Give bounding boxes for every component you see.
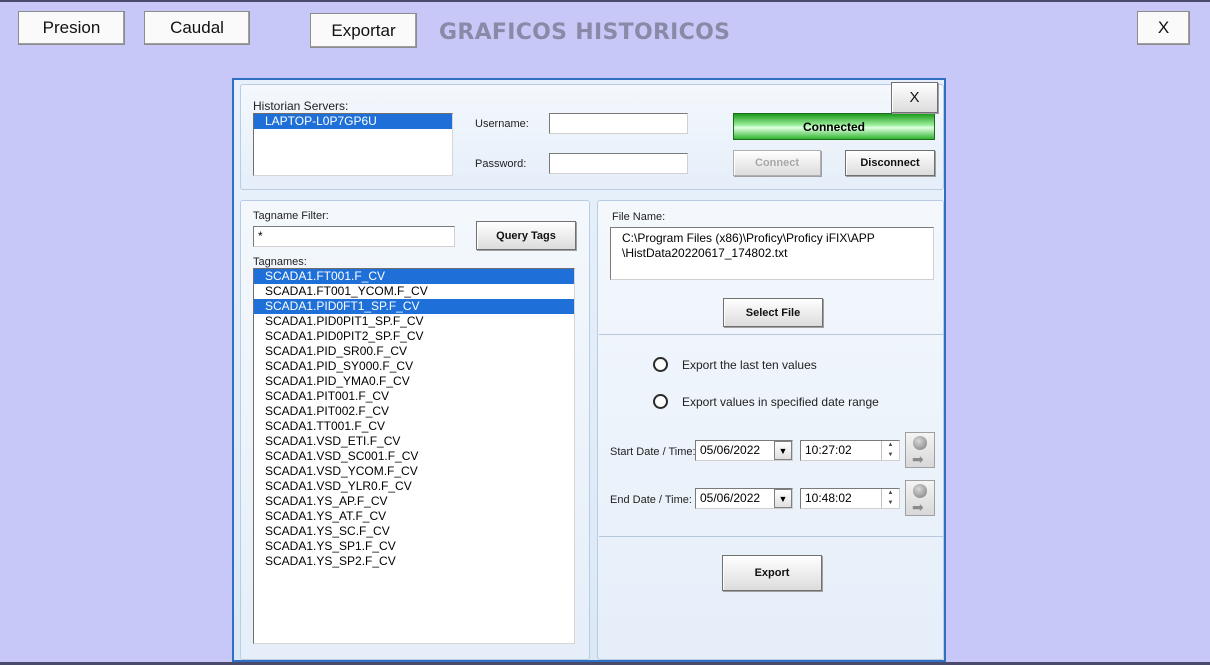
select-file-button[interactable]: Select File (723, 298, 823, 327)
tag-list-item[interactable]: SCADA1.VSD_YLR0.F_CV (254, 479, 574, 494)
chevron-down-icon[interactable]: ▼ (774, 489, 792, 508)
tag-list-item[interactable]: SCADA1.VSD_YCOM.F_CV (254, 464, 574, 479)
start-date-value: 05/06/2022 (700, 443, 761, 457)
tag-list-item[interactable]: SCADA1.VSD_SC001.F_CV (254, 449, 574, 464)
end-time-value: 10:48:02 (805, 491, 852, 505)
tag-list-item[interactable]: SCADA1.PID_YMA0.F_CV (254, 374, 574, 389)
tag-list-item[interactable]: SCADA1.PID0PIT1_SP.F_CV (254, 314, 574, 329)
connection-status-indicator: Connected (733, 113, 935, 140)
presion-button[interactable]: Presion (18, 11, 125, 45)
set-now-icon[interactable]: ➡ (905, 432, 935, 468)
server-item[interactable]: LAPTOP-L0P7GP6U (254, 114, 452, 129)
export-dialog: Historian Servers: LAPTOP-L0P7GP6U Usern… (232, 78, 946, 662)
tag-list-item[interactable]: SCADA1.PID_SR00.F_CV (254, 344, 574, 359)
spin-arrows-icon[interactable]: ▲ ▼ (881, 441, 899, 460)
option-date-range-label: Export values in specified date range (682, 395, 879, 409)
page-title: GRAFICOS HISTORICOS (439, 20, 731, 45)
file-name-label: File Name: (612, 211, 666, 223)
set-now-icon[interactable]: ➡ (905, 480, 935, 516)
chevron-down-icon[interactable]: ▼ (774, 441, 792, 460)
username-field[interactable] (549, 113, 688, 134)
disconnect-button[interactable]: Disconnect (845, 150, 935, 176)
separator (599, 536, 944, 537)
tagnames-listbox[interactable]: SCADA1.FT001.F_CV SCADA1.FT001_YCOM.F_CV S… (253, 268, 575, 644)
servers-listbox[interactable]: LAPTOP-L0P7GP6U (253, 113, 453, 176)
end-date-combo[interactable]: 05/06/2022 ▼ (695, 488, 793, 509)
tag-list-item[interactable]: SCADA1.YS_SC.F_CV (254, 524, 574, 539)
tag-list-item[interactable]: SCADA1.VSD_ETI.F_CV (254, 434, 574, 449)
end-date-value: 05/06/2022 (700, 491, 761, 505)
tagname-filter-label: Tagname Filter: (253, 210, 329, 222)
radio-date-range[interactable] (653, 394, 668, 409)
start-time-spinner[interactable]: 10:27:02 ▲ ▼ (800, 440, 900, 461)
connect-button[interactable]: Connect (733, 150, 821, 176)
tag-list-item[interactable]: SCADA1.PIT002.F_CV (254, 404, 574, 419)
spin-arrows-icon[interactable]: ▲ ▼ (881, 489, 899, 508)
end-datetime-label: End Date / Time: (610, 494, 692, 506)
file-export-panel: File Name: C:\Program Files (x86)\Profic… (597, 200, 944, 660)
start-date-combo[interactable]: 05/06/2022 ▼ (695, 440, 793, 461)
tag-list-item[interactable]: SCADA1.YS_SP2.F_CV (254, 554, 574, 569)
separator (599, 334, 944, 335)
tagnames-label: Tagnames: (253, 256, 307, 268)
end-time-spinner[interactable]: 10:48:02 ▲ ▼ (800, 488, 900, 509)
tags-panel: Tagname Filter: * Query Tags Tagnames: S… (240, 200, 590, 660)
tag-list-item[interactable]: SCADA1.YS_AP.F_CV (254, 494, 574, 509)
close-app-button[interactable]: X (1137, 11, 1190, 45)
file-name-field[interactable]: C:\Program Files (x86)\Proficy\Proficy i… (610, 227, 934, 280)
tag-list-item[interactable]: SCADA1.FT001_YCOM.F_CV (254, 284, 574, 299)
tag-list-item[interactable]: SCADA1.FT001.F_CV (254, 269, 574, 284)
password-label: Password: (475, 158, 527, 170)
tag-list-item[interactable]: SCADA1.PID0FT1_SP.F_CV (254, 299, 574, 314)
tag-list-item[interactable]: SCADA1.PID_SY000.F_CV (254, 359, 574, 374)
tag-list-item[interactable]: SCADA1.YS_AT.F_CV (254, 509, 574, 524)
exportar-button[interactable]: Exportar (310, 13, 417, 48)
export-button[interactable]: Export (722, 555, 822, 591)
start-time-value: 10:27:02 (805, 443, 852, 457)
servers-panel: Historian Servers: LAPTOP-L0P7GP6U Usern… (240, 84, 944, 190)
tag-list-item[interactable]: SCADA1.YS_SP1.F_CV (254, 539, 574, 554)
start-datetime-label: Start Date / Time: (610, 446, 696, 458)
historian-servers-label: Historian Servers: (253, 99, 349, 113)
tag-list-item[interactable]: SCADA1.TT001.F_CV (254, 419, 574, 434)
tag-list-item[interactable]: SCADA1.PIT001.F_CV (254, 389, 574, 404)
file-path-line1: C:\Program Files (x86)\Proficy\Proficy i… (622, 231, 875, 245)
file-path-line2: \HistData20220617_174802.txt (622, 246, 788, 260)
radio-last-ten[interactable] (653, 357, 668, 372)
caudal-button[interactable]: Caudal (144, 11, 250, 45)
password-field[interactable] (549, 153, 688, 174)
option-last-ten-label: Export the last ten values (682, 358, 817, 372)
top-border (0, 0, 1210, 2)
dialog-close-button[interactable]: X (891, 82, 938, 113)
tag-list-item[interactable]: SCADA1.PID0PIT2_SP.F_CV (254, 329, 574, 344)
query-tags-button[interactable]: Query Tags (476, 221, 576, 250)
username-label: Username: (475, 118, 529, 130)
tagname-filter-input[interactable]: * (253, 226, 455, 247)
